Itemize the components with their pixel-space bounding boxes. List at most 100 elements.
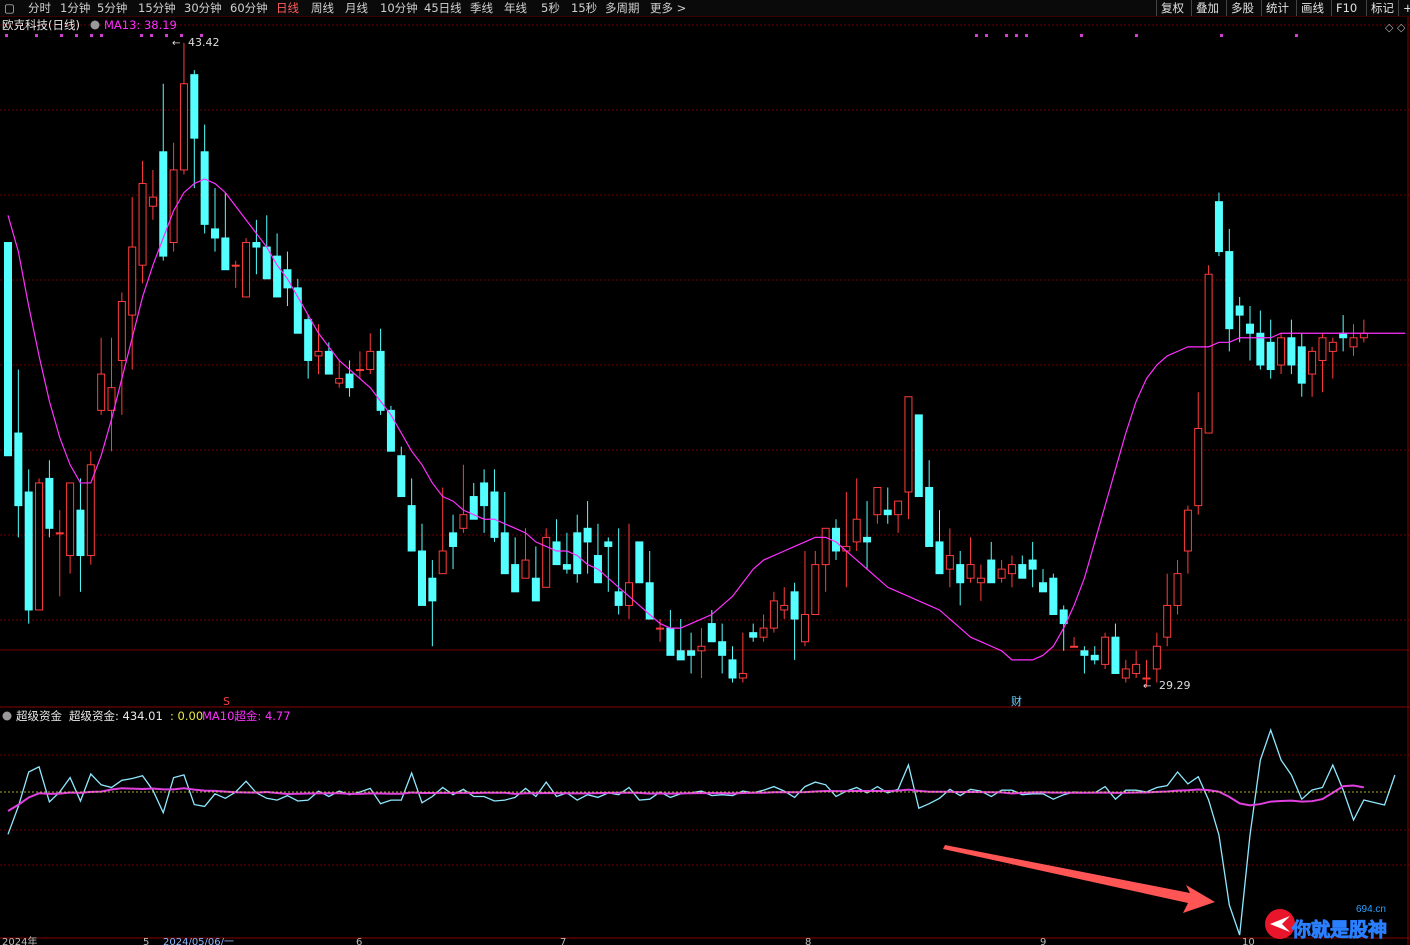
candle bbox=[200, 151, 209, 225]
marker-cai: 财 bbox=[1011, 694, 1022, 708]
diamond-icon: ◇ bbox=[1397, 21, 1406, 34]
candle bbox=[128, 246, 137, 316]
ma-label: MA13: 38.19 bbox=[104, 18, 177, 32]
candle bbox=[14, 432, 23, 507]
candle bbox=[1359, 332, 1368, 339]
candle bbox=[66, 482, 75, 557]
watermark-site: 694.cn bbox=[1356, 904, 1386, 915]
arrow-icon: ← bbox=[172, 38, 180, 49]
signal-dot bbox=[60, 34, 63, 37]
candle bbox=[242, 242, 251, 298]
candle bbox=[293, 287, 302, 334]
candle bbox=[355, 369, 364, 372]
ma13-line bbox=[7, 178, 1406, 661]
candle bbox=[521, 559, 530, 579]
candle bbox=[148, 196, 157, 207]
candle bbox=[1297, 346, 1306, 384]
candle bbox=[397, 455, 406, 498]
indicator-name: 超级资金 bbox=[16, 709, 62, 723]
candle bbox=[780, 604, 789, 611]
candle bbox=[1194, 428, 1203, 507]
candle bbox=[24, 491, 33, 611]
date-label: 9 bbox=[1040, 937, 1046, 945]
chevron-down-icon[interactable] bbox=[90, 20, 100, 30]
candle bbox=[966, 564, 975, 579]
candle bbox=[894, 500, 903, 516]
date-label: 5 bbox=[143, 937, 149, 945]
candle bbox=[4, 242, 12, 457]
candle bbox=[687, 650, 696, 656]
candle bbox=[1225, 251, 1234, 330]
signal-dot bbox=[90, 34, 93, 37]
candle bbox=[97, 373, 106, 411]
date-label: 6 bbox=[356, 937, 362, 945]
candle bbox=[449, 532, 458, 547]
candle bbox=[676, 650, 685, 661]
candle bbox=[749, 632, 758, 638]
candle bbox=[873, 486, 882, 516]
candle bbox=[604, 541, 613, 547]
candle bbox=[832, 527, 840, 552]
candle bbox=[738, 672, 747, 679]
candle bbox=[883, 509, 892, 516]
candle bbox=[1163, 604, 1172, 638]
signal-dot bbox=[150, 34, 153, 37]
date-label: 7 bbox=[560, 937, 566, 945]
candle bbox=[1328, 341, 1337, 352]
candle bbox=[697, 645, 706, 652]
candle bbox=[407, 505, 416, 552]
candle bbox=[562, 564, 571, 570]
candle bbox=[1132, 663, 1141, 674]
candle bbox=[1246, 323, 1254, 334]
candle bbox=[1173, 573, 1182, 606]
candle bbox=[1142, 677, 1151, 680]
candle bbox=[480, 482, 489, 507]
indicator-line bbox=[7, 728, 1396, 936]
candle bbox=[997, 568, 1006, 579]
stock-chart: 欧克科技(日线) MA13: 38.19 ← 43.42 ← 29.29 S 财 ◇ ◇ 超级资金超… bbox=[0, 17, 1410, 945]
candle bbox=[386, 409, 395, 452]
date-label: 2024年 bbox=[2, 935, 37, 945]
indicator-ma-label: MA10超金: 4.77 bbox=[202, 709, 291, 723]
signal-dot bbox=[1015, 34, 1018, 37]
candle bbox=[656, 627, 665, 630]
candle bbox=[345, 373, 354, 389]
candle bbox=[573, 532, 582, 575]
candle bbox=[759, 627, 768, 638]
candle bbox=[821, 527, 830, 566]
candle bbox=[1070, 645, 1079, 648]
candle bbox=[1349, 337, 1358, 348]
candle bbox=[1318, 337, 1327, 361]
candle bbox=[438, 550, 447, 575]
candle bbox=[1214, 201, 1223, 253]
candle bbox=[728, 659, 737, 679]
high-price-label: 43.42 bbox=[188, 36, 220, 49]
candle bbox=[790, 591, 799, 620]
indicator-value: 超级资金: 434.01 bbox=[69, 709, 163, 723]
low-price-label: 29.29 bbox=[1159, 679, 1191, 692]
candle bbox=[1235, 305, 1244, 316]
candle bbox=[490, 491, 499, 538]
chevron-down-icon[interactable] bbox=[2, 711, 12, 721]
candle bbox=[1007, 564, 1016, 575]
candle bbox=[335, 378, 344, 384]
candle bbox=[863, 536, 872, 543]
candle bbox=[666, 627, 675, 656]
candle bbox=[1049, 577, 1058, 615]
candle bbox=[583, 527, 592, 543]
candle bbox=[1183, 509, 1192, 552]
candle bbox=[55, 532, 64, 535]
candle bbox=[231, 264, 240, 267]
candle bbox=[304, 319, 313, 361]
candle bbox=[35, 482, 44, 611]
candle bbox=[107, 387, 116, 411]
candle bbox=[531, 577, 540, 602]
chart-title: 欧克科技(日线) bbox=[2, 18, 80, 32]
signal-dot bbox=[1135, 34, 1138, 37]
candle bbox=[852, 518, 861, 543]
candle bbox=[428, 577, 437, 602]
signal-dot bbox=[975, 34, 978, 37]
signal-dot bbox=[1220, 34, 1223, 37]
candle bbox=[707, 623, 716, 643]
signal-dot bbox=[165, 34, 168, 37]
